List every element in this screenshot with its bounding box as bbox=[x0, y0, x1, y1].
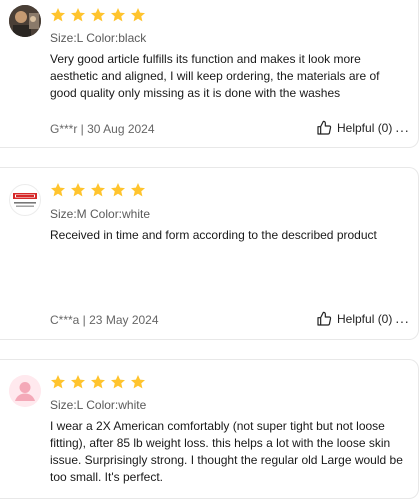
helpful-button[interactable]: Helpful (0) bbox=[316, 311, 392, 327]
helpful-label: Helpful (0) bbox=[337, 121, 393, 135]
thumbs-up-icon bbox=[317, 311, 332, 326]
review-card: Size:M Color:white Received in time and … bbox=[0, 167, 419, 340]
star-icon bbox=[111, 375, 125, 389]
default-user-icon bbox=[9, 375, 41, 407]
review-sku: Size:L Color:white bbox=[50, 398, 147, 412]
review-sku: Size:M Color:white bbox=[50, 207, 151, 221]
review-card: Size:L Color:black Very good article ful… bbox=[0, 0, 419, 148]
star-icon bbox=[111, 8, 125, 22]
store-logo-icon bbox=[9, 184, 41, 216]
star-icon bbox=[91, 8, 105, 22]
star-rating bbox=[50, 182, 146, 200]
more-icon[interactable]: ··· bbox=[395, 314, 409, 328]
star-icon bbox=[71, 183, 85, 197]
thumbs-up-icon bbox=[317, 120, 332, 135]
star-icon bbox=[131, 183, 145, 197]
review-card: Size:L Color:white I wear a 2X American … bbox=[0, 359, 419, 499]
star-icon bbox=[91, 183, 105, 197]
star-icon bbox=[131, 375, 145, 389]
star-icon bbox=[71, 375, 85, 389]
review-meta: C***a | 23 May 2024 bbox=[50, 313, 159, 327]
review-sku: Size:L Color:black bbox=[50, 31, 147, 45]
helpful-button[interactable]: Helpful (0) bbox=[316, 120, 392, 136]
star-rating bbox=[50, 7, 146, 25]
star-icon bbox=[51, 375, 65, 389]
review-text: Very good article fulfills its function … bbox=[50, 52, 380, 100]
user-photo-icon bbox=[9, 5, 41, 37]
review-text: I wear a 2X American comfortably (not su… bbox=[50, 419, 403, 484]
helpful-label: Helpful (0) bbox=[337, 312, 393, 326]
review-text: Received in time and form according to t… bbox=[50, 228, 377, 242]
star-icon bbox=[51, 183, 65, 197]
star-rating bbox=[50, 374, 146, 392]
star-icon bbox=[51, 8, 65, 22]
star-icon bbox=[71, 8, 85, 22]
star-icon bbox=[131, 8, 145, 22]
more-icon[interactable]: ··· bbox=[395, 123, 409, 137]
star-icon bbox=[111, 183, 125, 197]
star-icon bbox=[91, 375, 105, 389]
review-meta: G***r | 30 Aug 2024 bbox=[50, 122, 155, 136]
